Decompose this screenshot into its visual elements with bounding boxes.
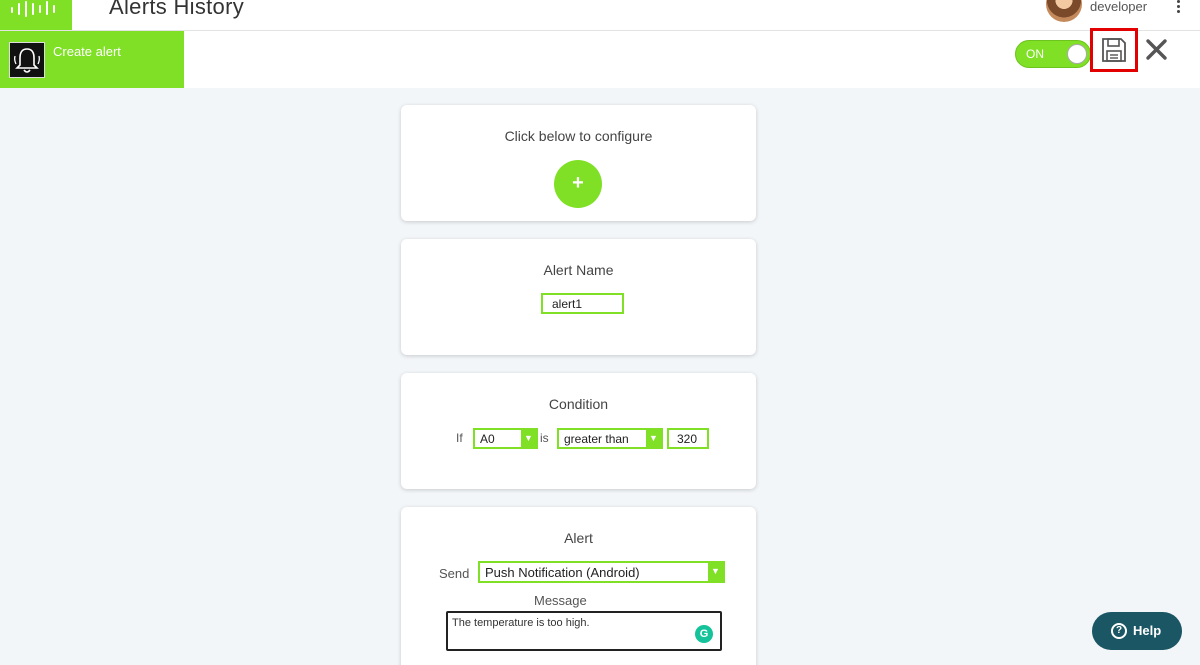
send-method-select[interactable]: Push Notification (Android) ▼ [478, 561, 725, 583]
alert-name-title: Alert Name [543, 262, 614, 278]
action-bar: Create alert ON [0, 28, 1200, 88]
create-alert-label: Create alert [53, 44, 121, 59]
bell-icon [9, 42, 45, 78]
create-alert-tab[interactable]: Create alert [0, 31, 184, 88]
message-label: Message [534, 593, 587, 608]
help-label: Help [1133, 623, 1162, 638]
pin-select-value: A0 [480, 432, 495, 446]
chevron-down-icon: ▼ [521, 430, 536, 447]
on-off-toggle[interactable]: ON [1015, 40, 1091, 68]
save-button[interactable] [1090, 28, 1138, 72]
alert-name-input[interactable] [541, 293, 624, 314]
send-method-value: Push Notification (Android) [485, 565, 640, 580]
top-header: Alerts History developer [0, 0, 1200, 31]
kebab-menu-icon[interactable] [1172, 0, 1184, 14]
configure-card: Click below to configure + [401, 105, 756, 221]
alert-card: Alert Send Push Notification (Android) ▼… [401, 507, 756, 665]
is-label: is [540, 431, 549, 445]
question-icon: ? [1111, 623, 1127, 639]
user-name[interactable]: developer [1090, 0, 1147, 14]
help-button[interactable]: ? Help [1092, 612, 1182, 650]
avatar[interactable] [1046, 0, 1082, 22]
operator-select-value: greater than [564, 432, 629, 446]
close-icon[interactable] [1144, 37, 1170, 63]
add-configuration-button[interactable]: + [554, 160, 602, 208]
threshold-input[interactable] [667, 428, 709, 449]
send-label: Send [439, 566, 470, 581]
plus-icon: + [572, 172, 584, 194]
chevron-down-icon: ▼ [646, 430, 661, 447]
grammarly-icon[interactable]: G [695, 625, 713, 643]
configure-title: Click below to configure [504, 128, 653, 144]
alert-name-card: Alert Name [401, 239, 756, 355]
message-textarea[interactable]: The temperature is too high. [446, 611, 722, 651]
toggle-label: ON [1026, 47, 1044, 61]
if-label: If [456, 431, 463, 445]
page-title: Alerts History [109, 0, 244, 19]
app-logo[interactable] [0, 0, 72, 30]
waveform-logo-icon [11, 1, 55, 17]
pin-select[interactable]: A0 ▼ [473, 428, 538, 449]
alert-title: Alert [564, 530, 593, 546]
toggle-knob [1067, 44, 1087, 64]
condition-title: Condition [548, 396, 609, 412]
operator-select[interactable]: greater than ▼ [557, 428, 663, 449]
floppy-disk-icon [1102, 38, 1126, 62]
chevron-down-icon: ▼ [708, 563, 723, 581]
condition-card: Condition If A0 ▼ is greater than ▼ [401, 373, 756, 489]
